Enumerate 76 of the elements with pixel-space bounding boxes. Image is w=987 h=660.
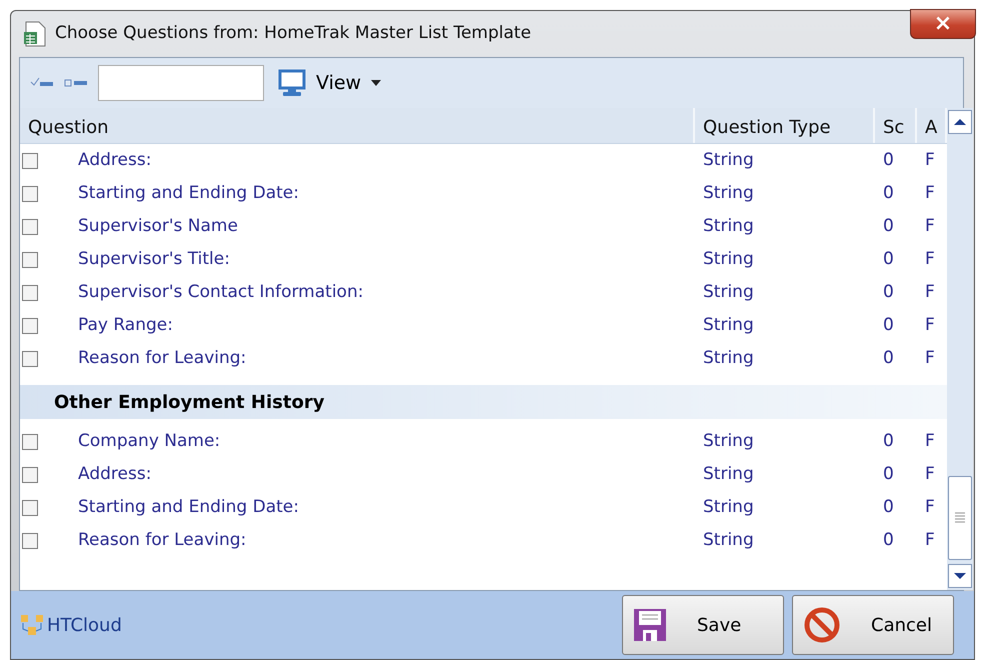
table-cell: 0 [883,430,894,451]
scroll-up-button[interactable] [948,110,972,134]
question-text: Supervisor's Contact Information: [78,280,364,304]
scrollbar-thumb[interactable] [948,476,972,560]
window-title: Choose Questions from: HomeTrak Master List Template [55,22,532,46]
monitor-icon [278,69,306,97]
brand-text: HTCloud [47,614,122,638]
table-cell: String [703,348,754,368]
table-cell: String [703,430,754,451]
checkbox[interactable] [22,318,38,334]
question-text: Starting and Ending Date: [78,496,299,519]
group-header: Other Employment History [20,385,948,419]
save-button[interactable]: Save [622,595,784,655]
table-cell: 0 [883,248,894,269]
down-arrow-icon [954,572,966,580]
table-cell: String [703,182,754,203]
table-cell: 0 [883,464,894,484]
search-field[interactable] [98,65,264,101]
checkbox[interactable] [22,466,38,482]
grip-icon [955,512,966,524]
prohibited-icon [803,606,841,644]
close-button[interactable]: × [910,9,976,39]
cloud-nodes-icon [19,613,45,637]
table-cell: String [703,248,754,269]
checkbox[interactable] [22,186,38,202]
up-arrow-icon [954,118,966,126]
table-cell: F [925,216,935,236]
table-cell: String [703,216,754,236]
table-cell: F [925,430,935,451]
checkbox[interactable] [22,532,38,548]
table-cell: F [925,496,935,517]
table-cell: 0 [883,314,894,335]
table-cell: 0 [883,348,894,368]
table-cell: F [925,314,935,335]
cancel-button[interactable]: Cancel [792,595,954,655]
question-text: Starting and Ending Date: [78,182,299,205]
question-text: Pay Range: [78,314,173,337]
uncheck-all-icon[interactable] [64,77,88,89]
table-cell: 0 [883,216,894,236]
table-cell: F [925,150,935,170]
scroll-down-button[interactable] [948,564,972,588]
checkbox[interactable] [22,500,38,516]
table-cell: String [703,282,754,302]
table-cell: 0 [883,282,894,302]
table-cell: 0 [883,182,894,203]
table-cell: F [925,464,935,484]
table-cell: F [925,248,935,269]
question-text: Reason for Leaving: [78,528,246,552]
question-text: Reason for Leaving: [78,346,246,370]
table-cell: String [703,464,754,484]
table-cell: F [925,182,935,203]
checkbox[interactable] [22,218,38,234]
table-cell: 0 [883,496,894,517]
question-text: Supervisor's Title: [78,248,230,271]
question-text: Company Name: [78,430,220,453]
table-cell: String [703,496,754,517]
checkbox[interactable] [22,252,38,268]
checkbox[interactable] [22,350,38,366]
table-cell: 0 [883,530,894,550]
question-text: Supervisor's Name [78,214,238,238]
check-all-icon[interactable] [30,77,54,89]
question-text: Address: [78,148,152,172]
question-text: Address: [78,462,152,486]
table-cell: String [703,314,754,335]
table-cell: String [703,530,754,550]
table-cell: F [925,348,935,368]
caret-icon [371,80,382,86]
checkbox[interactable] [22,152,38,168]
table-cell: 0 [883,150,894,170]
checkbox[interactable] [22,284,38,300]
table-cell: F [925,282,935,302]
checkbox[interactable] [22,434,38,450]
table-cell: String [703,150,754,170]
table-cell: F [925,530,935,550]
view-button[interactable]: View [274,68,386,98]
document-icon [23,21,47,47]
